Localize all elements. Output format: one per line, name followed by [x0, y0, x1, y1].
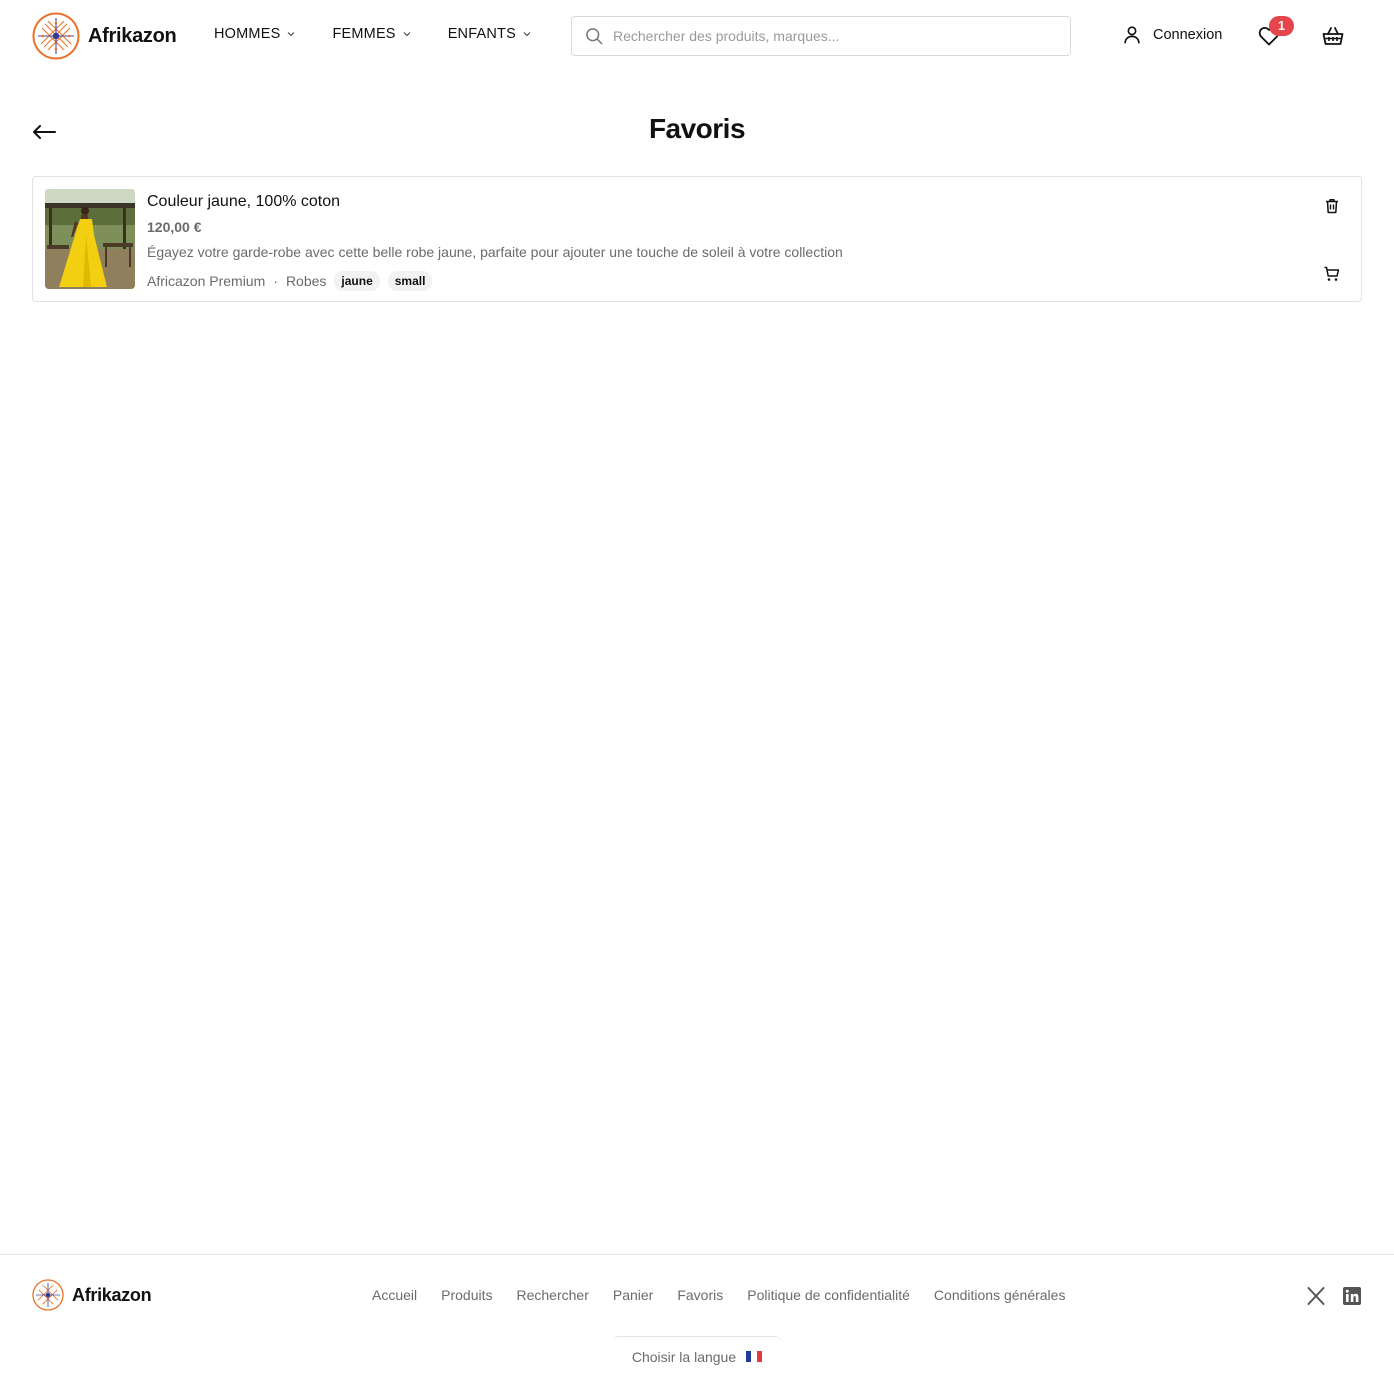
nav-enfants[interactable]: ENFANTS	[448, 26, 532, 42]
linkedin-icon[interactable]	[1342, 1286, 1362, 1306]
meta-separator: ·	[273, 273, 278, 289]
login-button[interactable]: Connexion	[1121, 24, 1222, 46]
brand-name: Afrikazon	[88, 24, 177, 47]
search-icon	[586, 28, 603, 45]
nav-enfants-label: ENFANTS	[447, 26, 516, 42]
main-nav: HOMMES FEMMES ENFANTS	[214, 26, 532, 42]
add-to-cart-icon[interactable]	[1323, 265, 1341, 283]
user-icon	[1124, 26, 1140, 44]
tag-color: jaune	[334, 271, 380, 291]
footer-link-privacy[interactable]: Politique de confidentialité	[747, 1287, 910, 1303]
nav-femmes-label: FEMMES	[332, 26, 396, 42]
search-input[interactable]	[613, 28, 1053, 44]
footer-link-favoris[interactable]: Favoris	[677, 1287, 723, 1303]
product-image[interactable]	[45, 189, 135, 289]
footer-link-panier[interactable]: Panier	[613, 1287, 653, 1303]
language-label: Choisir la langue	[631, 1348, 737, 1365]
site-footer: Afrikazon Accueil Produits Rechercher Pa…	[0, 1254, 1394, 1399]
product-name[interactable]: Couleur jaune, 100% coton	[147, 193, 340, 211]
product-meta: Africazon Premium · Robes jaune small	[147, 271, 433, 291]
chevron-down-icon	[288, 32, 295, 37]
product-category: Robes	[285, 273, 327, 289]
site-header: Afrikazon HOMMES FEMMES ENFANTS Connexio…	[0, 0, 1394, 72]
brand-logo-link[interactable]: Afrikazon	[32, 12, 177, 60]
footer-link-produits[interactable]: Produits	[441, 1287, 492, 1303]
tag-size: small	[387, 271, 433, 291]
chevron-down-icon	[523, 32, 531, 37]
search-box[interactable]	[571, 16, 1071, 56]
footer-link-terms[interactable]: Conditions générales	[934, 1287, 1066, 1303]
language-selector[interactable]: Choisir la langue	[613, 1336, 781, 1376]
page-title: Favoris	[648, 113, 746, 144]
footer-logo-link[interactable]: Afrikazon	[32, 1279, 152, 1311]
brand-logo-icon	[32, 12, 80, 60]
flag-fr-icon	[746, 1351, 763, 1362]
chevron-down-icon	[403, 32, 411, 37]
product-photo	[45, 189, 135, 289]
login-label: Connexion	[1153, 27, 1223, 43]
product-description: Égayez votre garde-robe avec cette belle…	[147, 244, 843, 260]
favorites-count-badge: 1	[1269, 16, 1294, 36]
product-price: 120,00 €	[147, 219, 202, 235]
nav-hommes-label: HOMMES	[214, 26, 281, 42]
basket-icon	[1322, 27, 1344, 45]
x-logo-icon[interactable]	[1306, 1286, 1326, 1306]
footer-brand-name: Afrikazon	[72, 1284, 152, 1305]
brand-logo-icon	[32, 1279, 64, 1311]
favorite-item: Couleur jaune, 100% coton 120,00 € Égaye…	[32, 176, 1362, 302]
footer-nav: Accueil Produits Rechercher Panier Favor…	[372, 1287, 1065, 1303]
product-brand: Africazon Premium	[147, 273, 266, 289]
footer-link-accueil[interactable]: Accueil	[372, 1287, 417, 1303]
nav-hommes[interactable]: HOMMES	[214, 26, 296, 42]
trash-icon[interactable]	[1323, 197, 1341, 215]
footer-link-rechercher[interactable]: Rechercher	[517, 1287, 589, 1303]
nav-femmes[interactable]: FEMMES	[332, 26, 411, 42]
cart-button[interactable]	[1321, 24, 1347, 50]
